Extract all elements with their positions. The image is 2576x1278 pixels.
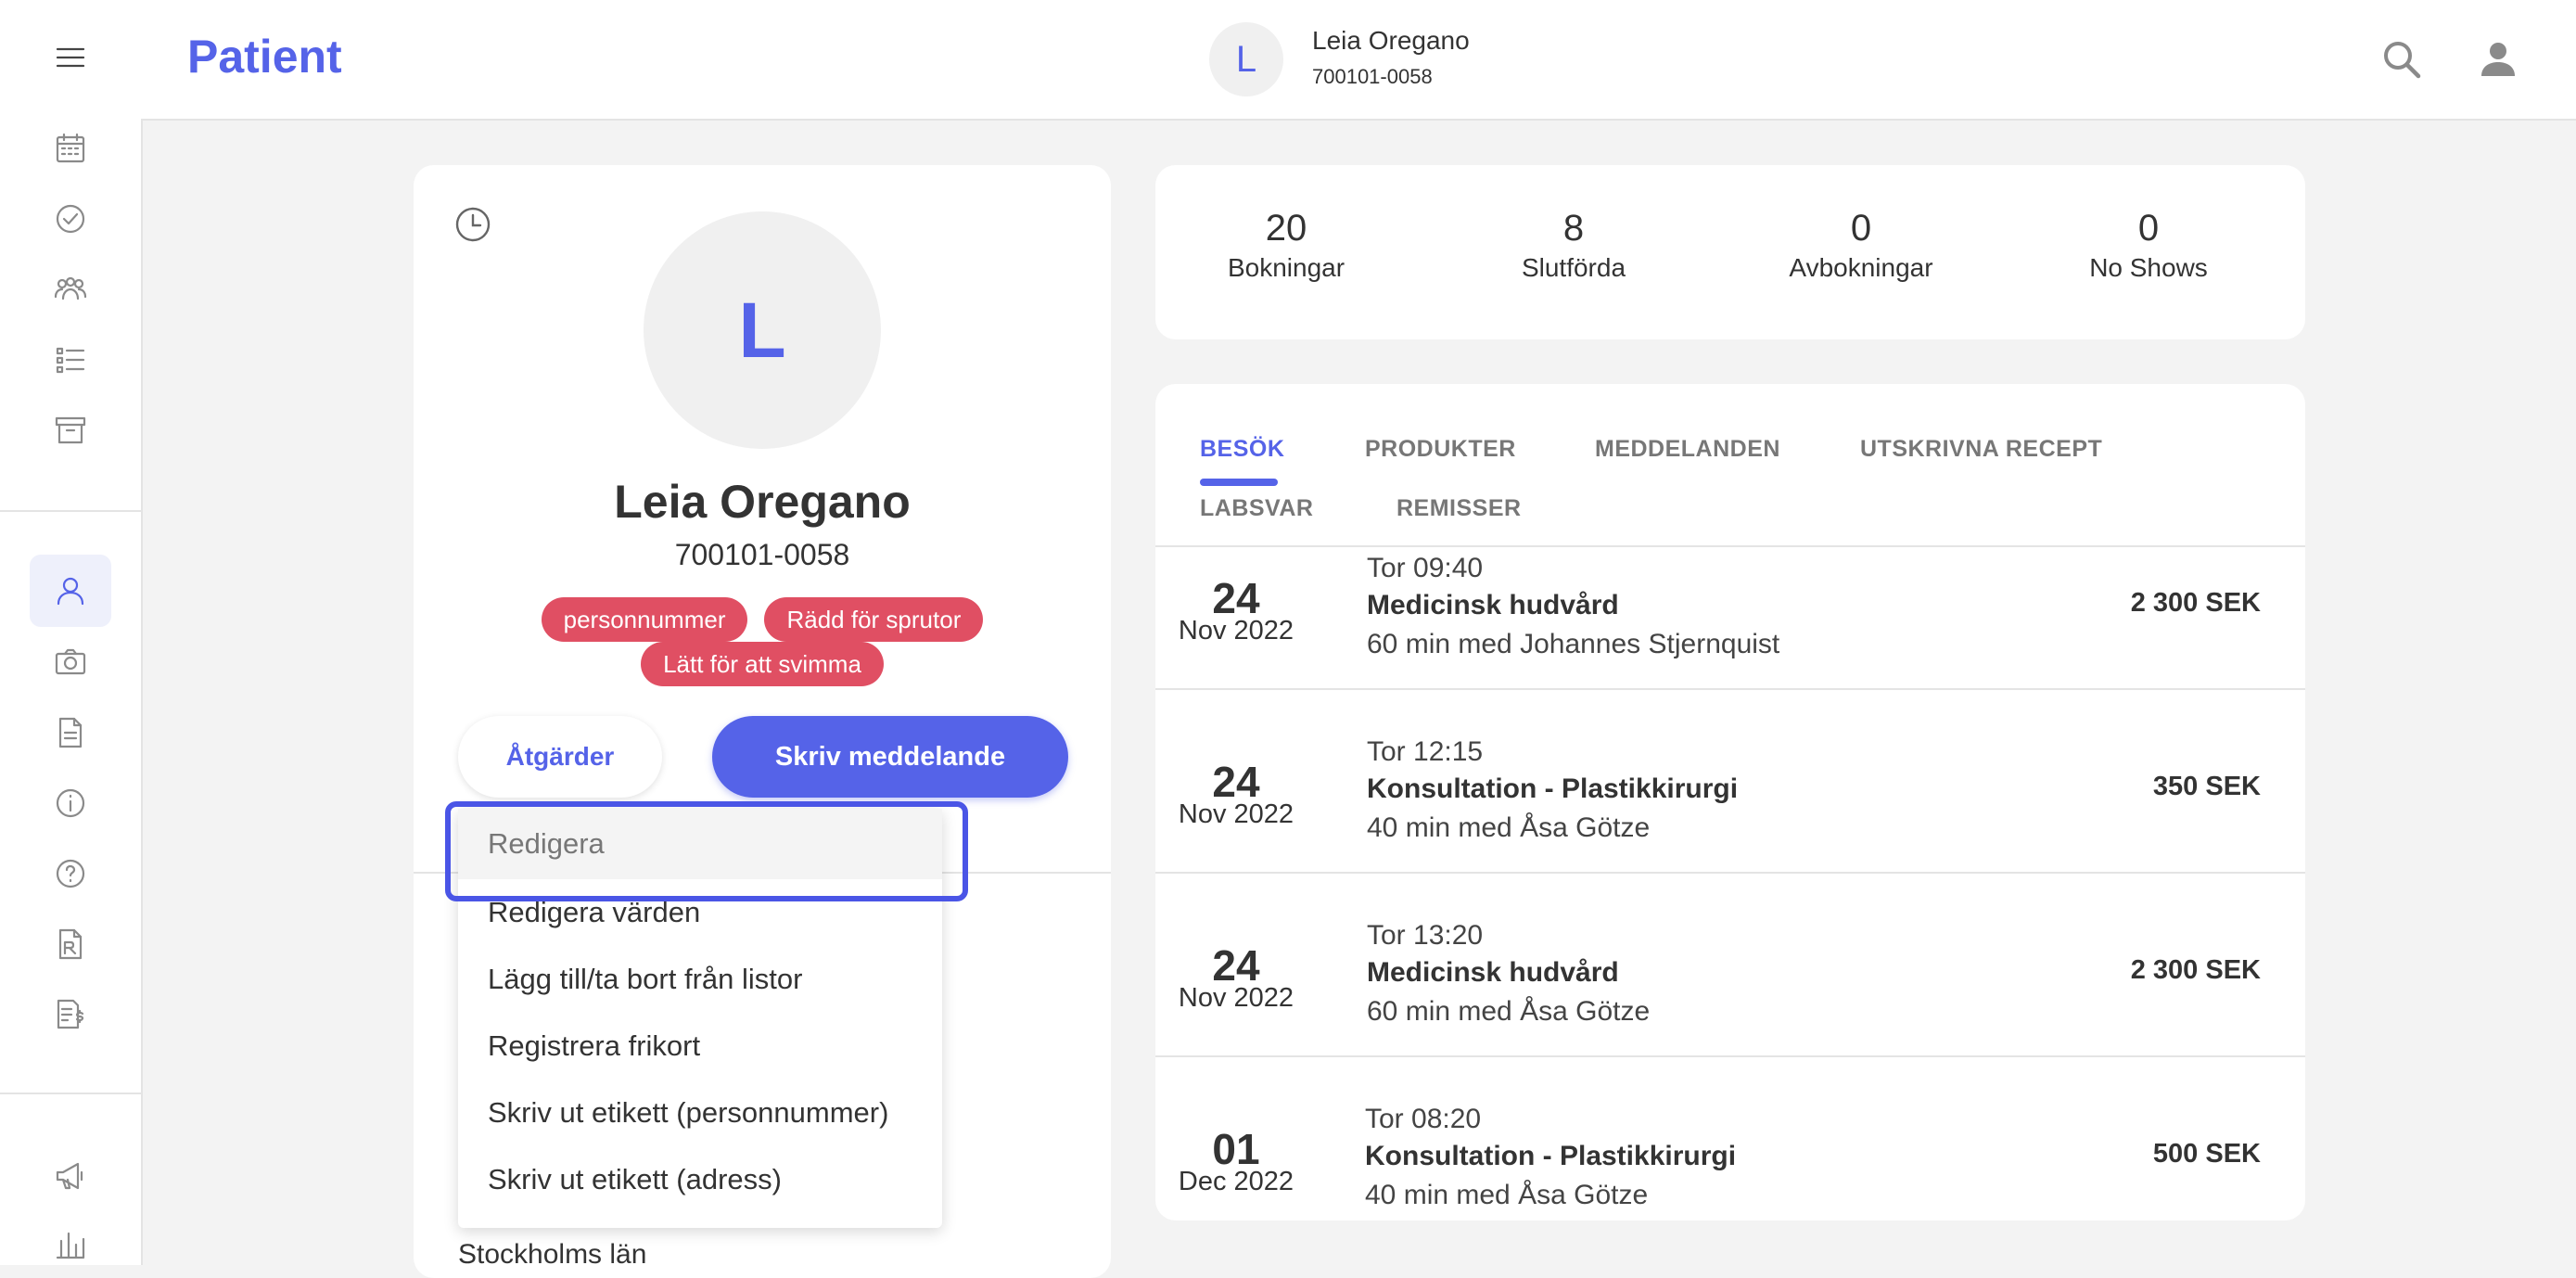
stat-cancellations: 0 Avbokningar — [1789, 208, 1933, 282]
stat-bookings: 20 Bokningar — [1227, 208, 1345, 282]
tab-utskrivna-recept[interactable]: UTSKRIVNA RECEPT — [1860, 436, 2102, 463]
actions-button[interactable]: Åtgärder — [458, 716, 662, 798]
patient-pnr: 700101-0058 — [674, 538, 850, 571]
group-icon[interactable] — [37, 256, 104, 323]
left-rail — [0, 0, 143, 1265]
info-icon[interactable] — [37, 770, 104, 837]
user-icon[interactable] — [30, 555, 111, 627]
bar-chart-icon[interactable] — [37, 1211, 104, 1278]
patient-tags: personnummer Rädd för sprutor Lätt för a… — [469, 597, 1055, 686]
tab-besok[interactable]: BESÖK — [1200, 436, 1284, 463]
prescription-icon[interactable] — [37, 911, 104, 978]
history-icon[interactable] — [453, 204, 493, 245]
archive-icon[interactable] — [37, 397, 104, 464]
visit-row[interactable]: 24 Nov 2022 Tor 09:40 Medicinsk hudvård … — [1155, 505, 2305, 690]
write-message-button[interactable]: Skriv meddelande — [712, 716, 1068, 798]
calendar-icon[interactable] — [37, 115, 104, 182]
visit-row[interactable]: 24 Nov 2022 Tor 12:15 Konsultation - Pla… — [1155, 688, 2305, 874]
patient-name: Leia Oregano — [614, 476, 911, 528]
visit-row[interactable]: 01 Dec 2022 Tor 08:20 Konsultation - Pla… — [1155, 1055, 2305, 1220]
header-patient-pnr: 700101-0058 — [1312, 65, 1433, 88]
tab-active-indicator — [1200, 479, 1278, 486]
check-circle-icon[interactable] — [37, 185, 104, 252]
megaphone-icon[interactable] — [37, 1143, 104, 1209]
visits-card: BESÖK PRODUKTER MEDDELANDEN UTSKRIVNA RE… — [1155, 384, 2305, 1220]
tag-latt-for-att-svimma[interactable]: Lätt för att svimma — [641, 642, 884, 686]
visit-row[interactable]: 24 Nov 2022 Tor 13:20 Medicinsk hudvård … — [1155, 872, 2305, 1057]
tab-produkter[interactable]: PRODUKTER — [1365, 436, 1516, 463]
header-patient-name: Leia Oregano — [1312, 26, 1470, 55]
tag-personnummer[interactable]: personnummer — [541, 597, 748, 642]
focus-highlight — [445, 801, 968, 901]
menu-item-register-frikort[interactable]: Registrera frikort — [488, 1029, 700, 1063]
invoice-icon[interactable] — [37, 981, 104, 1048]
menu-item-lists[interactable]: Lägg till/ta bort från listor — [488, 963, 802, 996]
patient-county: Stockholms län — [458, 1239, 647, 1270]
menu-item-print-label-pnr[interactable]: Skriv ut etikett (personnummer) — [488, 1096, 888, 1130]
patient-avatar: L — [644, 211, 881, 449]
top-bar: Patient L Leia Oregano 700101-0058 — [141, 0, 2576, 121]
list-icon[interactable] — [37, 326, 104, 393]
menu-item-print-label-address[interactable]: Skriv ut etikett (adress) — [488, 1163, 782, 1196]
header-avatar[interactable]: L — [1209, 22, 1283, 96]
help-icon[interactable] — [37, 840, 104, 907]
stat-no-shows: 0 No Shows — [2089, 208, 2208, 282]
tag-radd-for-sprutor[interactable]: Rädd för sprutor — [764, 597, 984, 642]
page-title: Patient — [187, 31, 342, 83]
document-icon[interactable] — [37, 699, 104, 766]
account-icon[interactable] — [2472, 33, 2524, 85]
menu-icon[interactable] — [37, 24, 104, 91]
stat-completed: 8 Slutförda — [1521, 208, 1626, 282]
search-icon[interactable] — [2376, 33, 2428, 85]
stats-card: 20 Bokningar 8 Slutförda 0 Avbokningar 0 No … — [1155, 165, 2305, 339]
camera-icon[interactable] — [37, 629, 104, 696]
tab-meddelanden[interactable]: MEDDELANDEN — [1595, 436, 1780, 463]
